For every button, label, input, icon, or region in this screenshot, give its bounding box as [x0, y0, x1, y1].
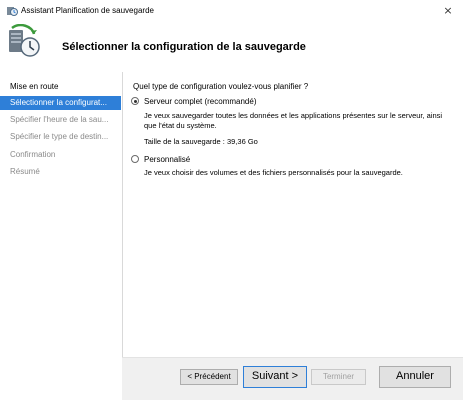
- wizard-header: Sélectionner la configuration de la sauv…: [0, 22, 463, 72]
- configuration-question: Quel type de configuration voulez-vous p…: [133, 82, 309, 91]
- full-server-description: Je veux sauvegarder toutes les données e…: [144, 111, 443, 130]
- wizard-footer: < Précédent Suivant > Terminer Annuler: [122, 358, 463, 400]
- close-icon: ×: [443, 4, 453, 17]
- close-button[interactable]: ×: [439, 3, 457, 19]
- previous-button[interactable]: < Précédent: [180, 369, 238, 385]
- step-specify-destination: Spécifier le type de destin...: [10, 132, 109, 141]
- main-content: Quel type de configuration voulez-vous p…: [123, 72, 463, 358]
- wizard-steps-sidebar: Mise en route Sélectionner la configurat…: [0, 72, 122, 400]
- finish-button: Terminer: [311, 369, 366, 385]
- window-title: Assistant Planification de sauvegarde: [21, 6, 154, 15]
- custom-label[interactable]: Personnalisé: [144, 155, 190, 164]
- step-getting-started[interactable]: Mise en route: [0, 80, 121, 94]
- backup-size-text: Taille de la sauvegarde : 39,36 Go: [144, 137, 258, 146]
- next-button[interactable]: Suivant >: [243, 366, 307, 388]
- backup-app-icon: [7, 7, 18, 16]
- step-confirmation: Confirmation: [10, 150, 56, 159]
- step-specify-time: Spécifier l'heure de la sau...: [10, 115, 109, 124]
- page-title: Sélectionner la configuration de la sauv…: [62, 41, 306, 53]
- step-summary: Résumé: [10, 167, 40, 176]
- step-select-configuration[interactable]: Sélectionner la configurat...: [0, 96, 121, 110]
- cancel-button[interactable]: Annuler: [379, 366, 451, 388]
- custom-description: Je veux choisir des volumes et des fichi…: [144, 168, 403, 177]
- full-server-radio[interactable]: [131, 97, 139, 105]
- custom-radio[interactable]: [131, 155, 139, 163]
- backup-schedule-icon: [9, 24, 40, 57]
- title-bar: Assistant Planification de sauvegarde ×: [0, 0, 463, 22]
- full-server-label[interactable]: Serveur complet (recommandé): [144, 97, 256, 106]
